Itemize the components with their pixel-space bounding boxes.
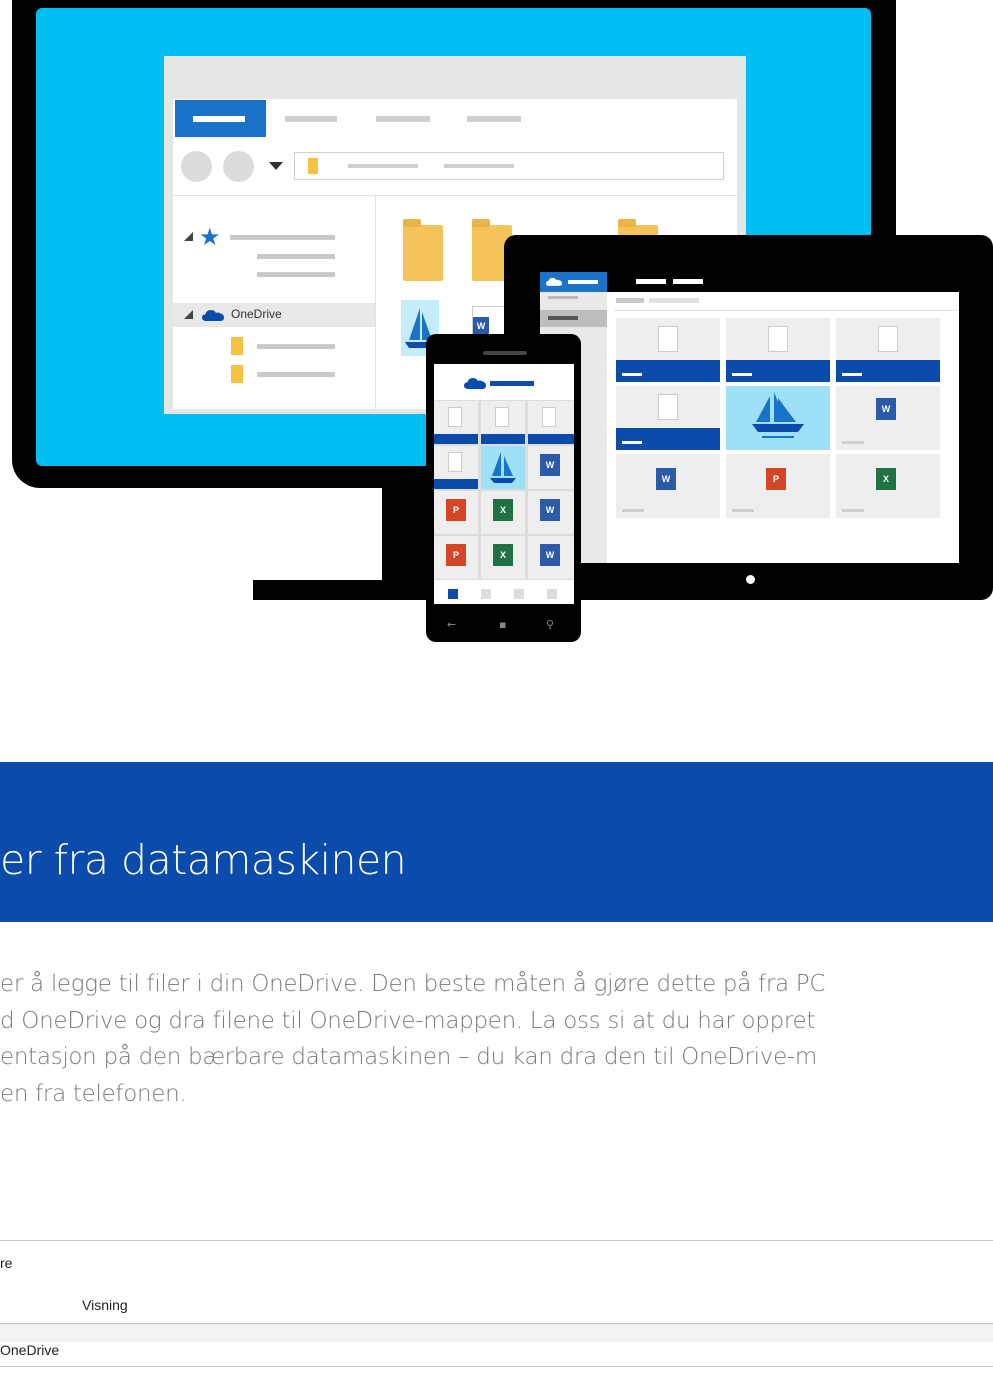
folder-icon	[231, 337, 243, 355]
onedrive-cloud-icon	[464, 378, 486, 389]
nav-placeholder-line	[257, 272, 335, 277]
ribbon-tab-share[interactable]: re	[0, 1255, 12, 1271]
nav-placeholder-line	[257, 372, 335, 377]
nav-row	[0, 1324, 993, 1342]
phone-file-tile	[481, 401, 525, 444]
divider	[0, 1240, 993, 1241]
tablet-onedrive-nav	[540, 272, 607, 292]
phone-file-tile	[434, 446, 478, 489]
forward-button-icon	[223, 151, 254, 182]
divider	[173, 195, 737, 196]
ribbon-tab-placeholder	[467, 116, 521, 122]
onedrive-cloud-icon	[202, 310, 224, 321]
expand-arrow-icon	[184, 310, 193, 319]
paragraph-line: er å legge til filer i din OneDrive. Den…	[0, 971, 826, 997]
tablet-title-placeholder	[673, 279, 703, 284]
phone-page-dot	[547, 589, 557, 599]
tablet-home-button	[746, 575, 755, 584]
back-button-icon	[181, 151, 212, 182]
nav-onedrive-label: OneDrive	[231, 307, 282, 321]
phone-file-tile	[434, 401, 478, 444]
paragraph-line: d OneDrive og dra filene til OneDrive-ma…	[0, 1007, 816, 1034]
nav-placeholder-line	[257, 254, 335, 259]
phone-image-tile	[481, 446, 525, 489]
nav-item-onedrive[interactable]: OneDrive	[0, 1342, 59, 1358]
paragraph-line: en fra telefonen.	[0, 1080, 187, 1107]
tablet-file-tile	[726, 318, 830, 382]
divider	[614, 310, 959, 311]
tablet-powerpoint-tile: P	[726, 454, 830, 518]
breadcrumb-placeholder	[444, 164, 514, 168]
phone-powerpoint-tile: P	[434, 491, 478, 534]
tablet-file-tile	[616, 386, 720, 450]
paragraph-line: entasjon på den bærbare datamaskinen – d…	[0, 1044, 818, 1070]
phone-back-icon: ←	[447, 618, 457, 631]
tablet-image-tile	[726, 386, 830, 450]
divider	[0, 1366, 993, 1367]
tablet-file-tile	[616, 318, 720, 382]
phone-windows-icon: ▪	[499, 618, 507, 631]
phone-excel-tile: X	[481, 491, 525, 534]
phone-search-icon: ⚲	[546, 618, 555, 631]
section-title: er fra datamaskinen	[0, 836, 407, 884]
phone-word-tile: W	[528, 536, 574, 579]
phone-excel-tile: X	[481, 536, 525, 579]
nav-placeholder-line	[257, 344, 335, 349]
tablet-nav-placeholder	[548, 296, 578, 299]
tablet-breadcrumb-placeholder	[616, 298, 644, 303]
ribbon-tab-placeholder	[285, 116, 337, 122]
tablet-excel-tile: X	[836, 454, 940, 518]
tablet-word-tile: W	[616, 454, 720, 518]
phone-page-dot	[448, 589, 458, 599]
ribbon-tab-view[interactable]: Visning	[82, 1297, 128, 1313]
phone-page-dot	[514, 589, 524, 599]
tablet-file-tile	[836, 318, 940, 382]
folder-icon	[231, 365, 243, 383]
star-icon: ★	[199, 223, 221, 251]
phone-word-tile: W	[528, 446, 574, 489]
tablet-word-tile: W	[836, 386, 940, 450]
ribbon-tab-placeholder	[376, 116, 430, 122]
instructions-paragraph: er å legge til filer i din OneDrive. Den…	[0, 966, 993, 1112]
tablet-title-placeholder	[636, 279, 666, 284]
phone-powerpoint-tile: P	[434, 536, 478, 579]
phone-word-tile: W	[528, 491, 574, 534]
tablet-nav-placeholder	[548, 316, 578, 320]
breadcrumb-placeholder	[348, 164, 418, 168]
phone-file-tile	[528, 401, 574, 444]
nav-placeholder-line	[230, 235, 335, 240]
divider	[375, 196, 376, 409]
tablet-breadcrumb-placeholder	[649, 298, 699, 303]
ribbon-tab-active	[175, 100, 266, 137]
folder-icon	[403, 219, 443, 281]
phone-title-placeholder	[490, 381, 534, 386]
chevron-down-icon	[269, 162, 283, 170]
expand-arrow-icon	[184, 232, 193, 241]
phone-page-dot	[481, 589, 491, 599]
phone-speaker	[483, 351, 527, 355]
folder-icon	[308, 158, 318, 174]
